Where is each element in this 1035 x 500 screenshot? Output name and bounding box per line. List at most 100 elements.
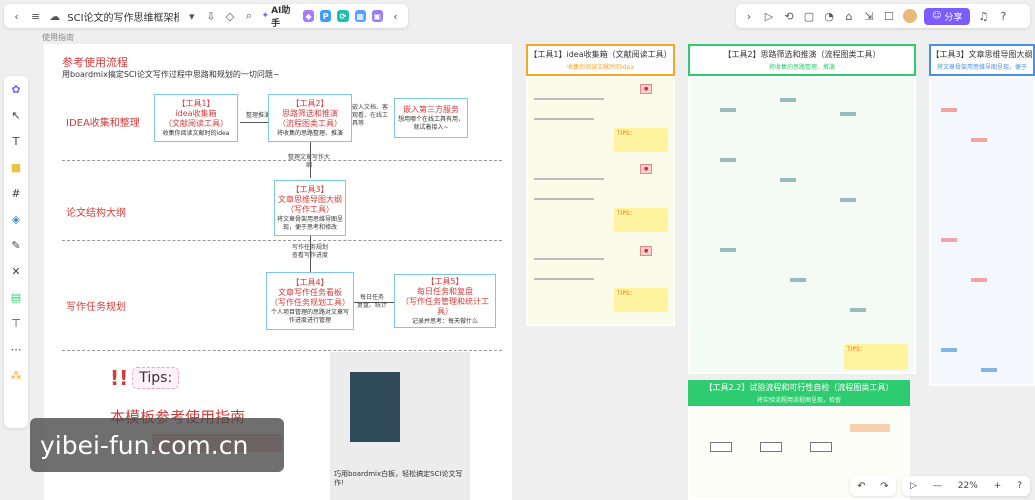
tool4-box[interactable]: 【工具4】 文章写作任务看板 （写作任务规划工具） 个人项目管理的思路对文章写作…	[266, 272, 354, 330]
tip-note: TIPS：	[614, 288, 668, 312]
pointer-icon[interactable]: ▷	[910, 481, 917, 491]
sticky-note-icon[interactable]: ■	[9, 160, 23, 174]
guide-thumbnail[interactable]: 巧用boardmix白板，轻松搞定SCI论文写作!	[330, 352, 470, 500]
laser-icon[interactable]: ⇲	[862, 9, 876, 23]
redo-icon[interactable]: ↷	[880, 481, 888, 492]
tool3-panel[interactable]: 【工具3】文章思维导图大纲 将文章骨架用思维导图呈现，便于	[929, 44, 1035, 386]
mindmap-node	[941, 238, 957, 242]
document-title[interactable]: SCI论文的写作思维框架模板	[67, 9, 179, 24]
flow-node	[850, 308, 866, 312]
row-label-task: 写作任务规划	[66, 302, 126, 313]
tool3-title: 【工具3】	[291, 184, 329, 194]
text-line	[534, 258, 604, 260]
text-line	[534, 118, 594, 120]
tool2-title: 【工具2】	[291, 98, 329, 108]
top-toolbar-left: ‹ ≡ ☁ SCI论文的写作思维框架模板 ▾ ⇩ ◇ ⌕ ✦AI助手 ◆ P ⟳…	[4, 3, 408, 29]
apps-grid-icon[interactable]: ⁂	[9, 368, 23, 382]
download-icon[interactable]: ⇩	[204, 9, 217, 23]
avatar[interactable]	[902, 8, 918, 24]
comment-icon[interactable]: ▢	[802, 9, 816, 23]
text-line	[534, 178, 604, 180]
apps-icon[interactable]: ▦	[354, 10, 366, 22]
more-tools-icon[interactable]: ⋯	[9, 342, 23, 356]
mindmap-node	[941, 108, 957, 112]
user-plus-icon: ☺	[932, 11, 942, 21]
mindmap-icon[interactable]: ⊤	[9, 316, 23, 330]
tool3-box[interactable]: 【工具3】 文章思维导图大纲 （写作工具） 将文章骨架用思维导图呈现，便于思考和…	[274, 180, 346, 236]
connector-icon[interactable]: ✕	[9, 264, 23, 278]
share-button[interactable]: ☺ 分享	[924, 7, 971, 25]
tool1-box[interactable]: 【工具1】 idea收集箱 （文献阅读工具） 收集你阅读文献时的idea	[154, 94, 238, 142]
pen-icon[interactable]: ✎	[9, 238, 23, 252]
mindmap-node	[971, 138, 987, 142]
tips-label: Tips:	[132, 367, 180, 389]
tool1-desc: 收集你阅读文献时的idea	[162, 129, 230, 137]
flow-node	[710, 442, 732, 452]
search-icon[interactable]: ⌕	[242, 9, 255, 23]
zoom-level[interactable]: 22%	[958, 481, 978, 491]
tool4-desc: 个人项目管理的思路对文章写作进度进行管理	[270, 308, 349, 324]
tool1-panel[interactable]: 【工具1】idea收集箱（文献阅读工具） 收集你阅读文献时的idea ● TIP…	[526, 44, 675, 326]
mindmap-node	[981, 368, 997, 372]
expand-icon[interactable]: ›	[742, 9, 756, 23]
tool2-box[interactable]: 【工具2】 思路筛选和推演 （流程图类工具） 将收集的思路整理、推演	[268, 94, 352, 142]
history-icon[interactable]: ⟲	[782, 9, 796, 23]
tool2-panel[interactable]: 【工具2】思路筛选和推演（流程图类工具） 将收集的思路整理、推演 TIPS：	[688, 44, 916, 374]
note-outline: 整理文章写作大纲	[288, 154, 331, 169]
zoom-in-icon[interactable]: +	[994, 481, 1002, 491]
divider	[62, 350, 502, 351]
cloud-icon: ☁	[49, 9, 61, 23]
tips-section: !! Tips:	[110, 366, 180, 390]
tip-note: TIPS：	[844, 344, 908, 370]
arrow	[310, 236, 311, 272]
panel-header: 【工具2】思路筛选和推演（流程图类工具） 将收集的思路整理、推演	[688, 44, 916, 76]
vote-icon[interactable]: ⌂	[842, 9, 856, 23]
ai-assistant-button[interactable]: ✦ AI助手	[262, 3, 297, 29]
help-icon[interactable]: ?	[996, 9, 1010, 23]
tag-icon[interactable]: ◇	[223, 9, 236, 23]
divider	[62, 160, 502, 161]
flow-node	[720, 248, 736, 252]
select-icon[interactable]: ↖	[9, 108, 23, 122]
third-party-title: 嵌入第三方服务	[403, 104, 459, 114]
timer-icon[interactable]: ◔	[822, 9, 836, 23]
play-icon[interactable]: ▷	[762, 9, 776, 23]
more-icon[interactable]: ‹	[389, 9, 402, 23]
share-label: 分享	[944, 12, 963, 23]
undo-icon[interactable]: ↶	[857, 481, 865, 492]
panel-subtitle: 将实验流程用流程图呈现，检查	[756, 397, 841, 404]
menu-icon[interactable]: ≡	[29, 9, 42, 23]
arrow	[310, 142, 311, 178]
ai-assistant-label: AI助手	[271, 6, 291, 29]
third-party-box[interactable]: 嵌入第三方服务 想用哪个在线工具有用，就试着接入~	[394, 98, 468, 138]
tag: ●	[640, 246, 653, 256]
frame-icon[interactable]: #	[9, 186, 23, 200]
tool5-box[interactable]: 【工具5】 每日任务和复盘 （写作任务管理和统计工具） 记录并思考：每天做什么	[394, 274, 496, 328]
text-line	[534, 98, 604, 100]
shape-icon[interactable]: ◈	[9, 212, 23, 226]
mindmap-node	[971, 278, 987, 282]
presentation-icon[interactable]: P	[320, 10, 332, 22]
zoom-controls: ▷ — 22% + ?	[902, 476, 1030, 496]
text-icon[interactable]: T	[9, 134, 23, 148]
tool2-desc: 将收集的思路整理、推演	[276, 129, 343, 137]
zoom-out-icon[interactable]: —	[933, 481, 942, 491]
panel-subtitle: 收集你阅读文献时的idea	[567, 64, 634, 71]
dropdown-icon[interactable]: ▾	[185, 9, 198, 23]
note-embed: 嵌入文档、客观看、在线工具等	[352, 104, 389, 127]
third-party-desc: 想用哪个在线工具有用，就试着接入~	[397, 115, 464, 131]
message-icon[interactable]: ☐	[882, 9, 896, 23]
share-link-icon[interactable]: ⟳	[337, 10, 349, 22]
table-icon[interactable]: ▤	[9, 290, 23, 304]
plugin-icon[interactable]: ◆	[302, 10, 315, 22]
flow-node	[840, 198, 856, 202]
media-icon[interactable]: ▣	[371, 10, 383, 22]
flow-node	[850, 424, 890, 432]
help-circle-icon[interactable]: ?	[1017, 481, 1022, 491]
template-icon[interactable]: ✿	[9, 82, 23, 96]
back-icon[interactable]: ‹	[10, 9, 23, 23]
panel-body	[931, 78, 1033, 384]
text-line	[534, 278, 594, 280]
exclamation-icon: !!	[110, 366, 129, 390]
notification-icon[interactable]: ♫	[976, 9, 990, 23]
